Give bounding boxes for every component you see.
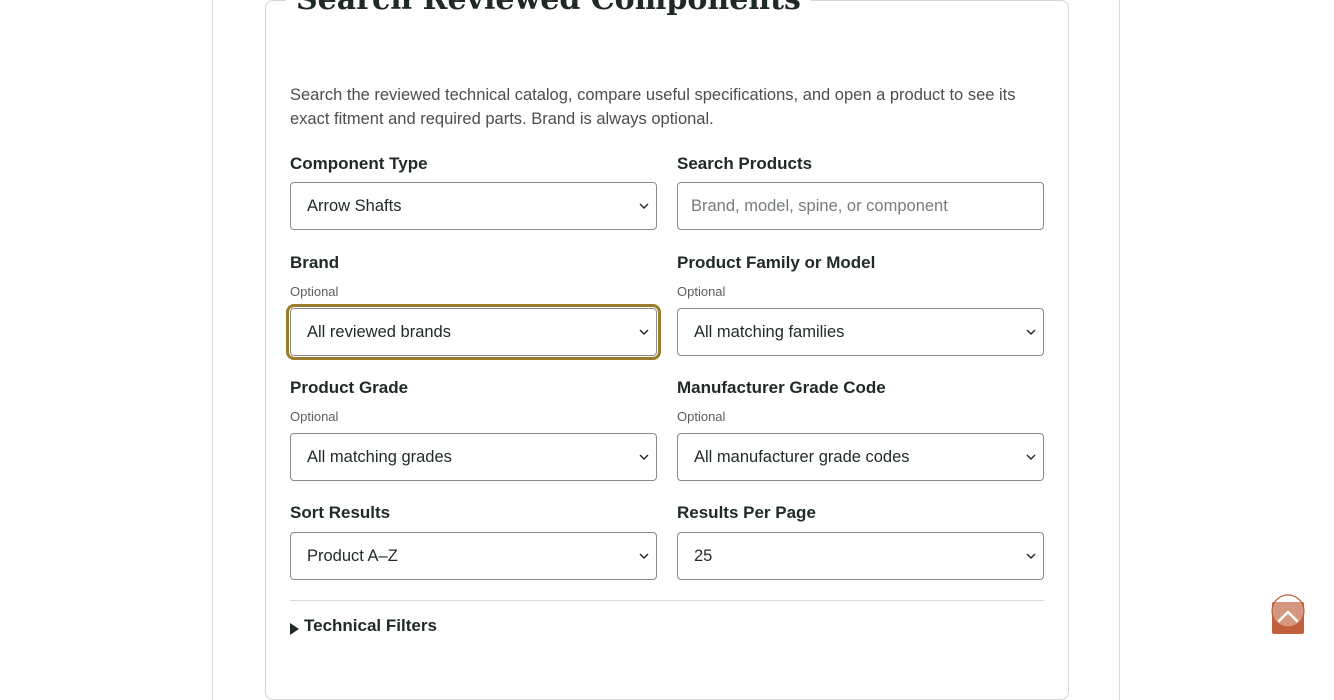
component-type-label: Component Type [290, 154, 428, 173]
search-products-placeholder: Brand, model, spine, or component [691, 196, 948, 215]
chevron-down-icon [638, 200, 650, 212]
brand-hint: Optional [290, 284, 339, 299]
mfr-grade-value: All manufacturer grade codes [694, 447, 910, 466]
family-select[interactable]: All matching families [677, 308, 1044, 356]
chevron-down-icon [638, 451, 650, 463]
chevron-up-icon [1271, 594, 1305, 634]
divider [290, 600, 1044, 601]
technical-filters-label: Technical Filters [304, 616, 437, 635]
brand-label: Brand [290, 253, 340, 272]
chevron-down-icon [638, 326, 650, 338]
chevron-down-icon [1025, 326, 1037, 338]
sort-label: Sort Results [290, 503, 391, 522]
family-value: All matching families [694, 322, 845, 341]
intro-text: Search the reviewed technical catalog, c… [290, 86, 1016, 128]
sort-value: Product A–Z [307, 546, 398, 565]
component-type-value: Arrow Shafts [307, 196, 402, 215]
mfr-grade-select[interactable]: All manufacturer grade codes [677, 433, 1044, 481]
chevron-down-icon [638, 550, 650, 562]
chevron-down-icon [1025, 451, 1037, 463]
grade-hint: Optional [290, 409, 339, 424]
grade-select[interactable]: All matching grades [290, 433, 657, 481]
technical-filters-toggle[interactable]: Technical Filters [290, 616, 437, 636]
per-page-label: Results Per Page [677, 503, 816, 522]
back-to-top-button[interactable] [1271, 594, 1305, 634]
brand-value: All reviewed brands [307, 322, 451, 341]
per-page-value: 25 [694, 546, 713, 565]
sort-select[interactable]: Product A–Z [290, 532, 657, 580]
card-title: Search Reviewed Components [286, 0, 811, 18]
mfr-grade-label: Manufacturer Grade Code [677, 378, 886, 397]
mfr-grade-hint: Optional [677, 409, 726, 424]
component-type-select[interactable]: Arrow Shafts [290, 182, 657, 230]
grade-value: All matching grades [307, 447, 452, 466]
brand-select[interactable]: All reviewed brands [286, 304, 661, 360]
per-page-select[interactable]: 25 [677, 532, 1044, 580]
grade-label: Product Grade [290, 378, 409, 397]
family-hint: Optional [677, 284, 726, 299]
search-products-input[interactable]: Brand, model, spine, or component [677, 182, 1044, 230]
triangle-right-icon [290, 620, 300, 635]
family-label: Product Family or Model [677, 253, 876, 272]
search-products-label: Search Products [677, 154, 813, 173]
chevron-down-icon [1025, 550, 1037, 562]
